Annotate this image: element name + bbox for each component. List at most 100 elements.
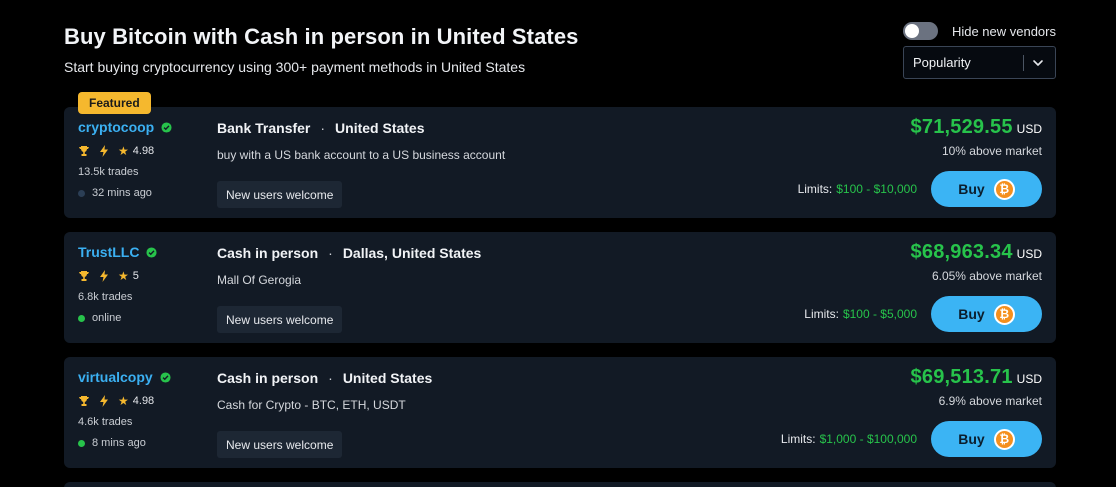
offer-card-partial (64, 482, 1056, 487)
method-separator: · (328, 370, 333, 386)
vendor-info: virtualcopy ★ 4.98 4.6k trades 8 mins ag… (78, 369, 171, 449)
offer-card[interactable]: TrustLLC ★ 5 6.8k trades online Cash in … (64, 232, 1056, 343)
vendor-info: cryptocoop ★ 4.98 13.5k trades 32 mins a… (78, 119, 172, 199)
offer-price-box: $71,529.55 USD 10% above market (911, 116, 1042, 158)
select-divider (1023, 55, 1024, 71)
verified-check-icon (160, 371, 171, 383)
buy-button[interactable]: Buy ₿ (931, 421, 1042, 457)
status-dot (78, 439, 85, 447)
limits-label: Limits: (804, 307, 839, 321)
bitcoin-icon: ₿ (993, 178, 1015, 200)
offer-tag: New users welcome (217, 306, 343, 333)
vendor-rating: 4.98 (132, 395, 155, 407)
method-separator: · (320, 120, 326, 136)
filter-controls: Hide new vendors Popularity (903, 20, 1056, 79)
offer-price: $69,513.71 (910, 366, 1013, 388)
vendor-badges: ★ 4.98 (78, 144, 172, 158)
offer-tag: New users welcome (217, 431, 343, 458)
trophy-icon (79, 396, 89, 406)
offer-price: $71,529.55 (910, 116, 1013, 138)
offer-market-margin: 6.9% above market (938, 394, 1042, 408)
payment-method: Cash in person (217, 245, 319, 261)
offer-card[interactable]: Featured cryptocoop ★ 4.98 13.5k trades … (64, 92, 1056, 218)
offer-price-box: $68,963.34 USD 6.05% above market (911, 241, 1042, 283)
offer-currency: USD (1016, 247, 1042, 261)
limits-label: Limits: (797, 182, 833, 196)
vendor-trades: 4.6k trades (78, 416, 133, 428)
page-title: Buy Bitcoin with Cash in person in Unite… (64, 24, 579, 49)
offer-tag: New users welcome (217, 181, 343, 208)
vendor-status: online (78, 312, 157, 324)
page-header: Buy Bitcoin with Cash in person in Unite… (64, 24, 579, 75)
offer-description: buy with a US bank account to a US busin… (217, 148, 506, 162)
chevron-down-icon (1033, 60, 1043, 66)
page-subtitle: Start buying cryptocurrency using 300+ p… (64, 59, 526, 75)
vendor-rating: 4.98 (132, 145, 155, 157)
payment-method: Bank Transfer (217, 120, 311, 136)
status-dot (78, 189, 85, 197)
lightning-icon (100, 270, 108, 282)
offer-card[interactable]: virtualcopy ★ 4.98 4.6k trades 8 mins ag… (64, 357, 1056, 468)
offer-currency: USD (1016, 372, 1042, 386)
bitcoin-icon: ₿ (993, 303, 1015, 325)
vendor-status: 8 mins ago (78, 437, 171, 449)
vendor-name-link[interactable]: virtualcopy (78, 369, 153, 385)
offers-page: Buy Bitcoin with Cash in person in Unite… (0, 0, 1116, 487)
buy-button-label: Buy (958, 431, 985, 447)
buy-button[interactable]: Buy ₿ (931, 296, 1042, 332)
hide-new-vendors-toggle[interactable] (903, 22, 938, 40)
offer-location: United States (335, 120, 425, 136)
offer-market-margin: 10% above market (941, 144, 1042, 158)
limits-value: $1,000 - $100,000 (819, 432, 917, 446)
star-icon: ★ (118, 144, 129, 158)
limits-value: $100 - $5,000 (842, 307, 917, 321)
hide-new-vendors-label: Hide new vendors (951, 23, 1056, 39)
vendor-name-link[interactable]: cryptocoop (78, 119, 154, 135)
vendor-name-link[interactable]: TrustLLC (78, 244, 139, 260)
sort-select-value: Popularity (913, 55, 971, 70)
vendor-rating: 5 (132, 270, 139, 282)
offer-limits: Limits: $100 - $10,000 (798, 182, 917, 196)
method-separator: · (328, 245, 333, 261)
offer-method: Cash in person · United States Cash for … (217, 370, 432, 412)
buy-button-label: Buy (958, 306, 985, 322)
featured-badge: Featured (78, 92, 151, 114)
trophy-icon (79, 146, 89, 156)
verified-check-icon (161, 121, 172, 133)
star-icon: ★ (118, 394, 129, 408)
offer-method: Cash in person · Dallas, United States M… (217, 245, 481, 287)
offer-location: United States (342, 370, 433, 386)
vendor-last-seen: 8 mins ago (92, 437, 146, 449)
toggle-knob (905, 24, 919, 38)
vendor-info: TrustLLC ★ 5 6.8k trades online (78, 244, 157, 324)
offer-limits: Limits: $100 - $5,000 (804, 307, 917, 321)
status-dot (78, 314, 85, 322)
offer-currency: USD (1016, 122, 1042, 136)
offer-price: $68,963.34 (910, 241, 1013, 263)
limits-label: Limits: (780, 432, 816, 446)
buy-button-label: Buy (958, 181, 985, 197)
payment-method: Cash in person (217, 370, 319, 386)
offer-description: Cash for Crypto - BTC, ETH, USDT (217, 398, 406, 412)
vendor-trades: 6.8k trades (78, 291, 133, 303)
lightning-icon (100, 395, 108, 407)
offer-location: Dallas, United States (342, 245, 482, 261)
buy-button[interactable]: Buy ₿ (931, 171, 1042, 207)
limits-value: $100 - $10,000 (836, 182, 917, 196)
vendor-badges: ★ 5 (78, 269, 157, 283)
bitcoin-icon: ₿ (993, 428, 1015, 450)
verified-check-icon (146, 246, 157, 258)
star-icon: ★ (118, 269, 129, 283)
sort-select[interactable]: Popularity (903, 46, 1056, 79)
vendor-trades: 13.5k trades (78, 166, 139, 178)
trophy-icon (79, 271, 89, 281)
lightning-icon (100, 145, 108, 157)
offer-market-margin: 6.05% above market (931, 269, 1042, 283)
vendor-last-seen: 32 mins ago (92, 187, 152, 199)
offer-method: Bank Transfer · United States buy with a… (217, 120, 505, 162)
vendor-badges: ★ 4.98 (78, 394, 171, 408)
vendor-last-seen: online (92, 312, 122, 324)
offer-price-box: $69,513.71 USD 6.9% above market (911, 366, 1042, 408)
offer-description: Mall Of Gerogia (217, 273, 302, 287)
vendor-status: 32 mins ago (78, 187, 172, 199)
